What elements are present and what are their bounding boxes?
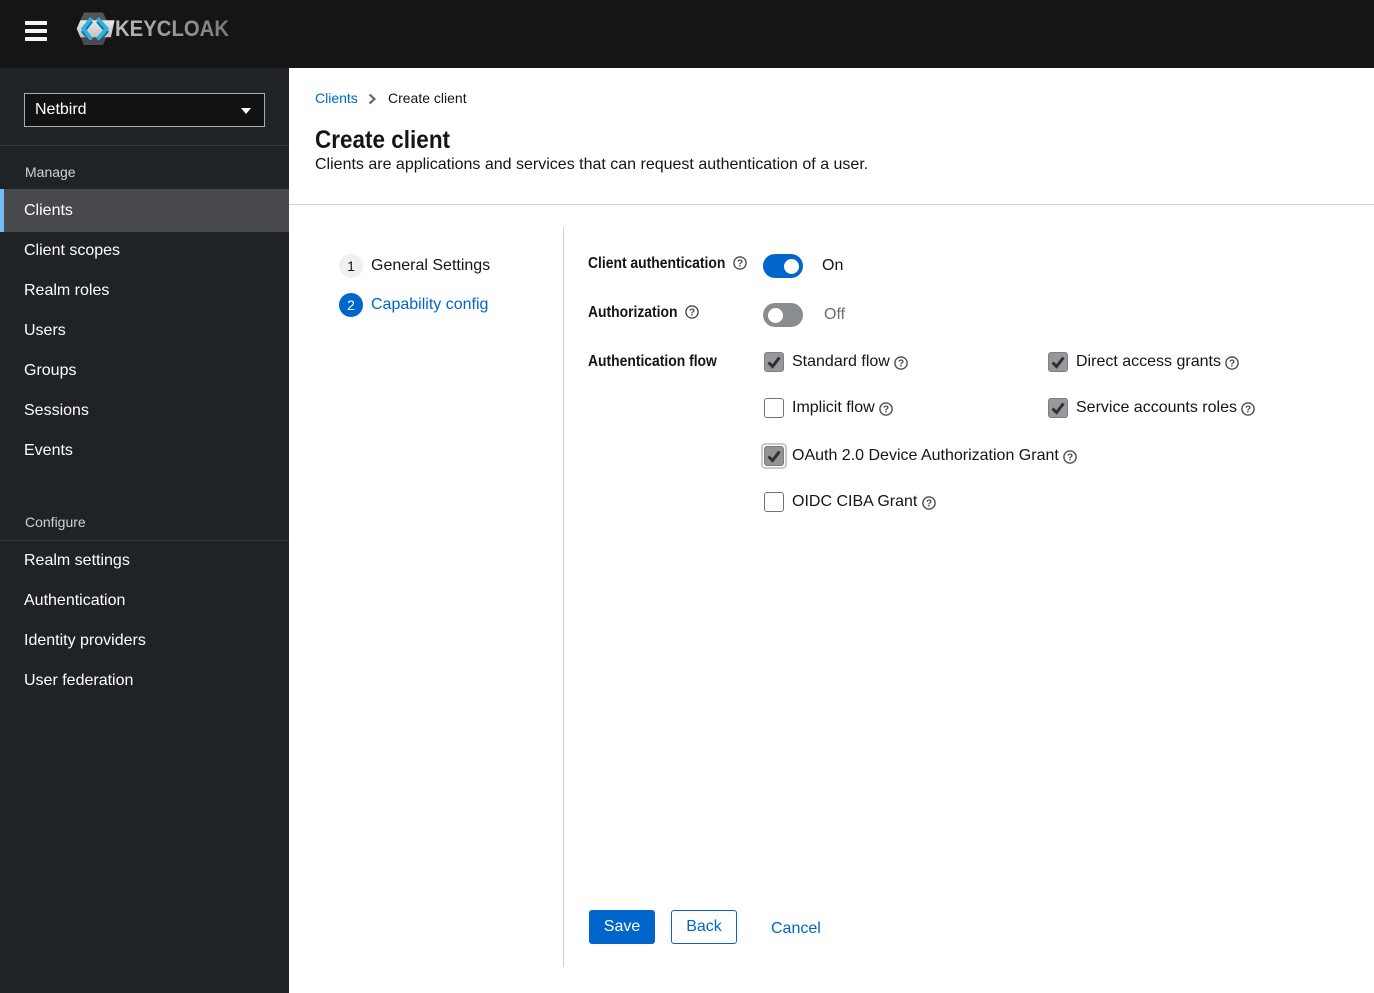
svg-text:?: ? [1067,453,1073,464]
svg-text:?: ? [737,259,743,270]
svg-text:?: ? [883,405,889,416]
svg-text:?: ? [1229,359,1235,370]
svg-text:?: ? [926,499,932,510]
svg-text:?: ? [689,308,695,319]
svg-text:?: ? [898,359,904,370]
svg-text:KEYCLOAK: KEYCLOAK [115,16,229,41]
svg-text:?: ? [1245,405,1251,416]
